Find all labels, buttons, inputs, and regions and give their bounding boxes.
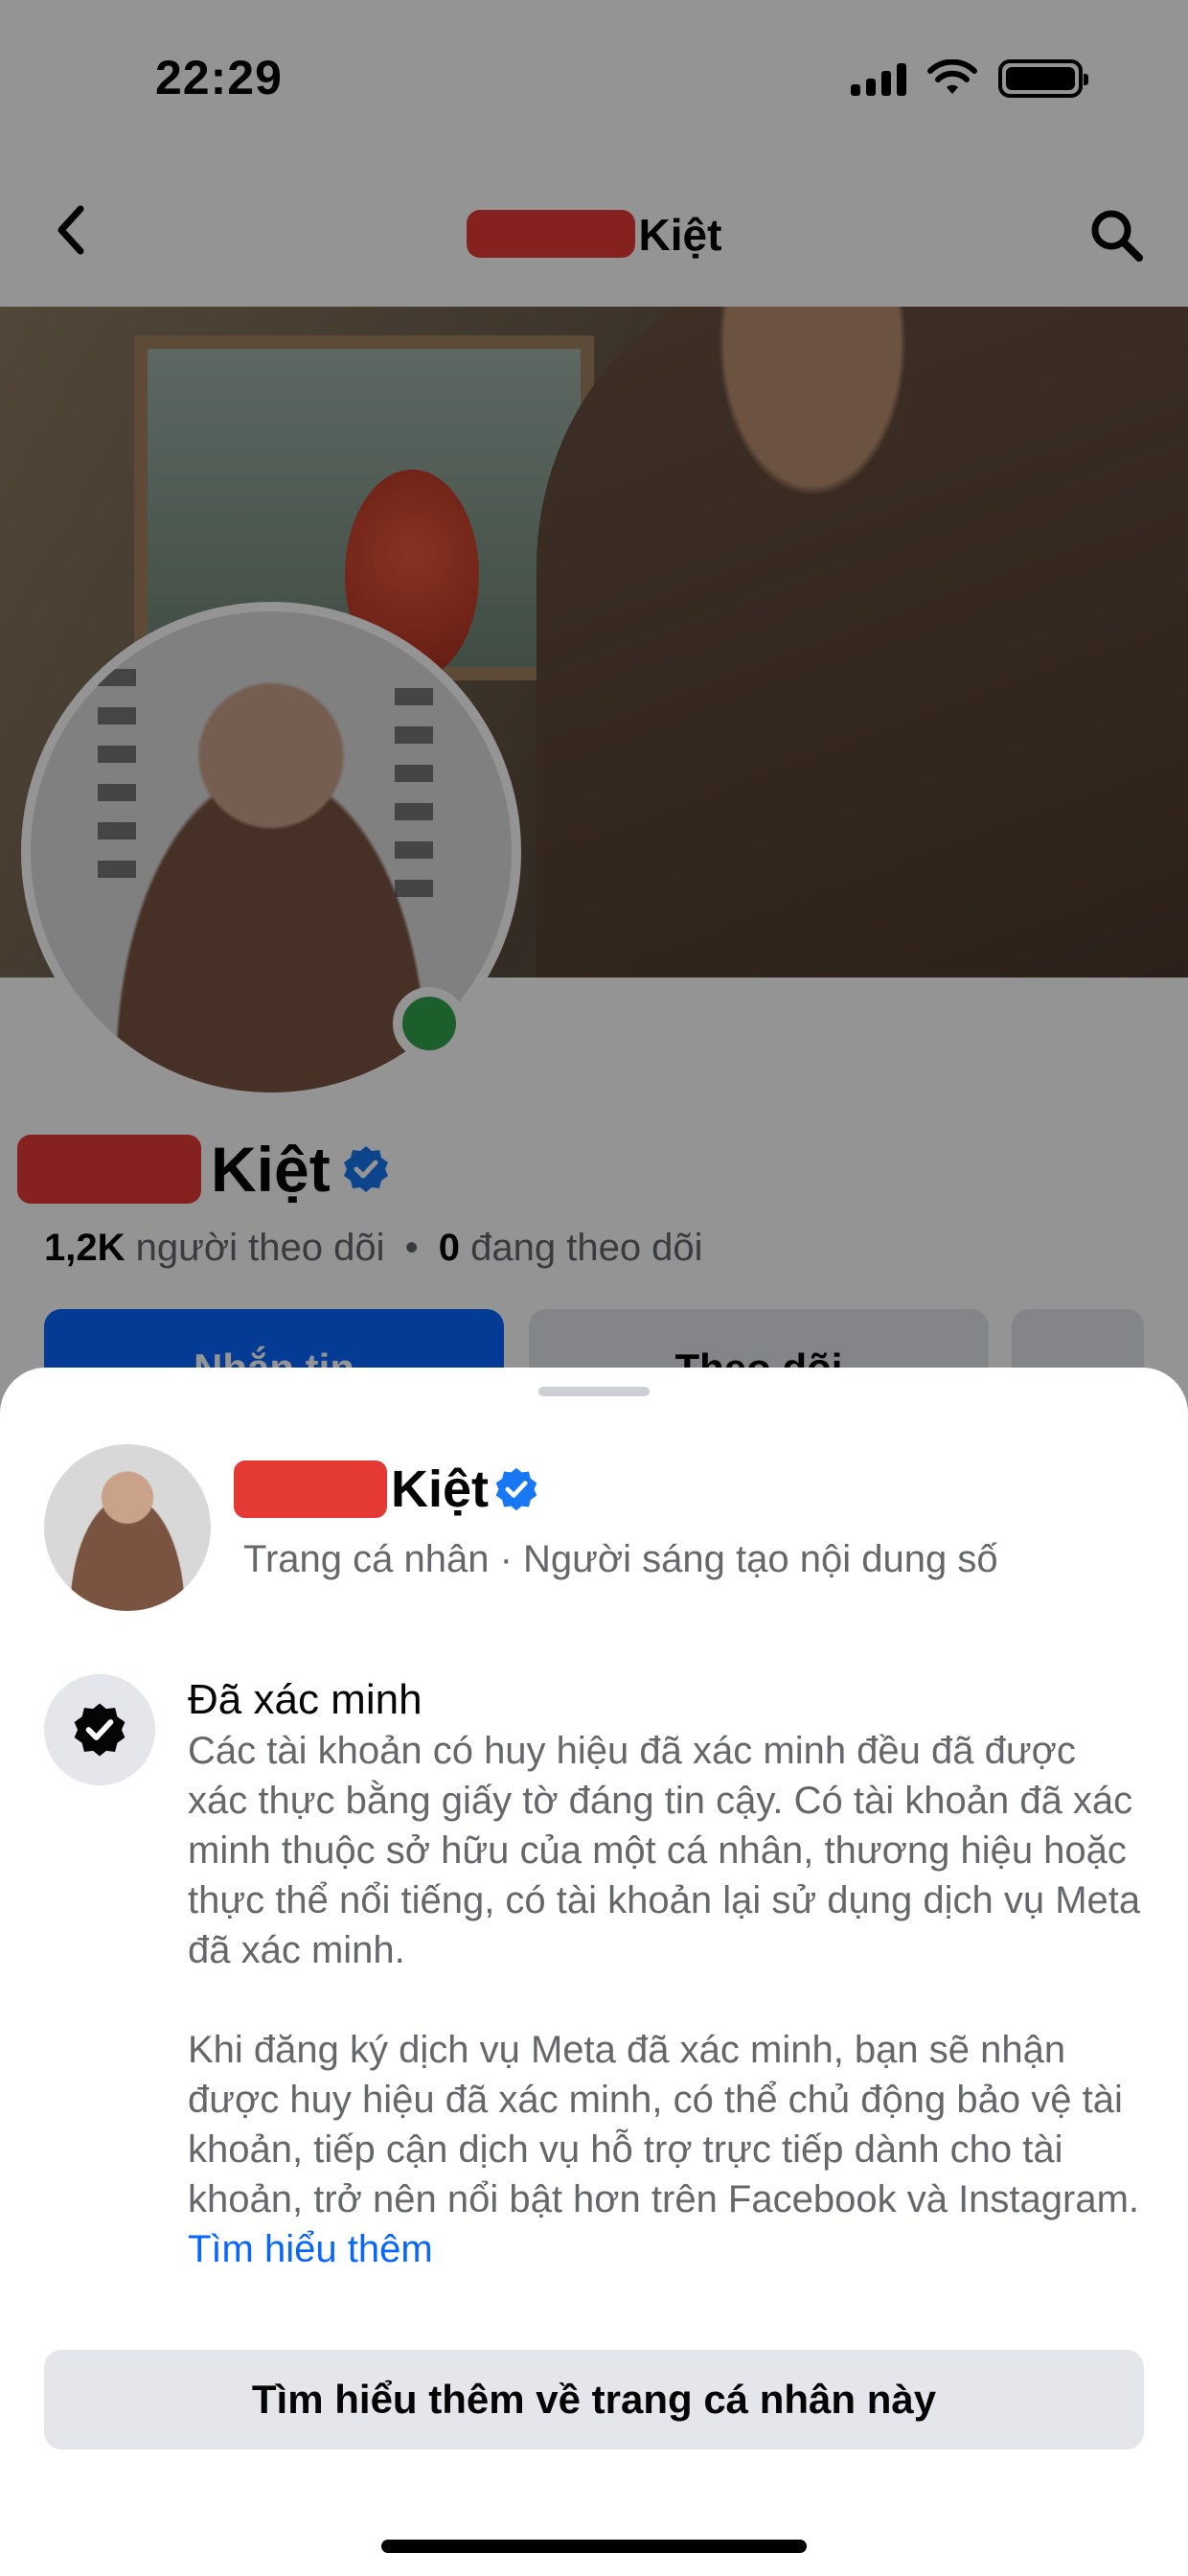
verified-badge-icon [74,1703,126,1757]
redaction-mark [234,1460,387,1518]
sheet-profile-name: Kiệt [234,1456,540,1523]
verified-description-2: Khi đăng ký dịch vụ Meta đã xác minh, bạ… [188,2025,1146,2274]
verified-text: Đã xác minh Các tài khoản có huy hiệu đã… [188,1674,1146,2274]
verified-description-1: Các tài khoản có huy hiệu đã xác minh đề… [188,1730,1141,1971]
sheet-grabber[interactable] [538,1387,650,1396]
sheet-avatar [44,1444,211,1611]
verified-icon-circle [44,1674,155,1785]
sheet-subtitle: Trang cá nhân · Người sáng tạo nội dung … [243,1538,998,1580]
verified-title: Đã xác minh [188,1676,423,1723]
home-indicator[interactable] [381,2540,807,2553]
learn-more-link[interactable]: Tìm hiểu thêm [188,2228,433,2270]
sheet-name-text: Kiệt [391,1460,490,1518]
learn-more-about-profile-button[interactable]: Tìm hiểu thêm về trang cá nhân này [44,2350,1144,2450]
verification-bottom-sheet: Kiệt Trang cá nhân · Người sáng tạo nội … [0,1368,1188,2576]
verified-badge-icon [495,1467,537,1511]
verified-description-2-text: Khi đăng ký dịch vụ Meta đã xác minh, bạ… [188,2029,1140,2220]
